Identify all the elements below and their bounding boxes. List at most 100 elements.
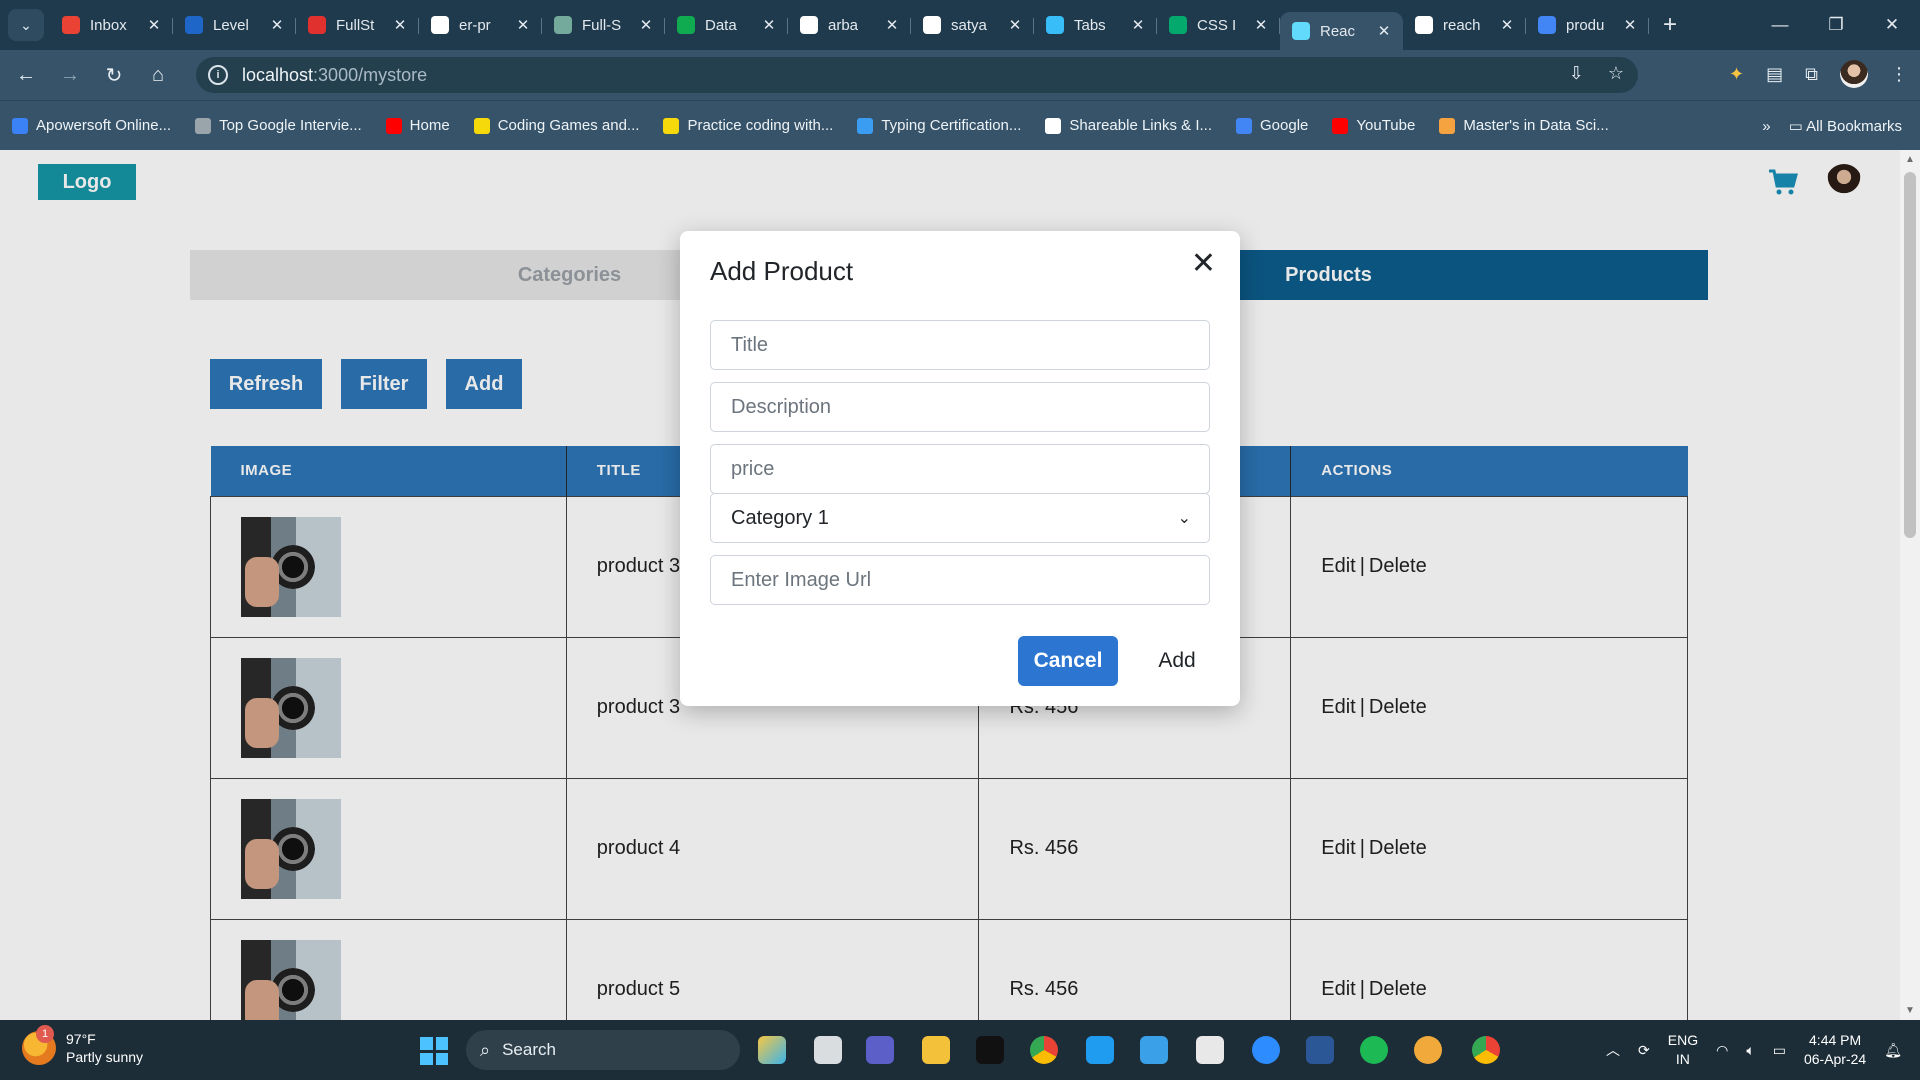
browser-tab[interactable]: FullSt ✕: [296, 6, 419, 44]
tab-close-icon[interactable]: ✕: [391, 16, 409, 34]
spotify-icon[interactable]: [1360, 1036, 1388, 1064]
image-url-input[interactable]: [710, 555, 1210, 605]
windows-start-icon[interactable]: [420, 1037, 448, 1065]
zoom-icon[interactable]: [1252, 1036, 1280, 1064]
teams-icon[interactable]: [866, 1036, 894, 1064]
extensions-puzzle-icon[interactable]: ⧉: [1805, 64, 1818, 85]
browser-tab[interactable]: Tabs ✕: [1034, 6, 1157, 44]
bookmark-item[interactable]: Shareable Links & I...: [1045, 117, 1212, 134]
address-url[interactable]: localhost:3000/mystore: [242, 65, 427, 86]
bookmark-item[interactable]: Coding Games and...: [473, 117, 639, 134]
tab-close-icon[interactable]: ✕: [1129, 16, 1147, 34]
site-info-icon[interactable]: i: [208, 65, 228, 85]
browser-tab[interactable]: Reac ✕: [1280, 12, 1403, 50]
battery-icon[interactable]: ▭: [1773, 1042, 1786, 1059]
bookmark-label: Apowersoft Online...: [36, 117, 172, 134]
bookmark-item[interactable]: YouTube: [1332, 117, 1415, 134]
pycharm-icon[interactable]: [976, 1036, 1004, 1064]
all-bookmarks[interactable]: ▭ All Bookmarks: [1789, 117, 1902, 135]
description-input[interactable]: [710, 382, 1210, 432]
tab-close-icon[interactable]: ✕: [637, 16, 655, 34]
restore-button[interactable]: ❐: [1808, 15, 1864, 35]
browser-tab[interactable]: Full-S ✕: [542, 6, 665, 44]
tab-close-icon[interactable]: ✕: [760, 16, 778, 34]
title-input[interactable]: [710, 320, 1210, 370]
browser-tab[interactable]: arba ✕: [788, 6, 911, 44]
new-tab-button[interactable]: +: [1663, 11, 1677, 39]
browser-tab[interactable]: produ ✕: [1526, 6, 1649, 44]
bookmark-star-icon[interactable]: ☆: [1608, 63, 1624, 84]
scrollbar-thumb[interactable]: [1904, 172, 1916, 538]
chrome-icon[interactable]: [1030, 1036, 1058, 1064]
copilot-icon[interactable]: [758, 1036, 786, 1064]
install-app-icon[interactable]: ⇩: [1569, 63, 1584, 84]
bookmark-favicon-icon: [1332, 117, 1349, 134]
weather-widget[interactable]: 1 97°F Partly sunny: [22, 1025, 143, 1066]
volume-icon[interactable]: 🔈︎: [1746, 1042, 1754, 1059]
bookmark-item[interactable]: Home: [385, 117, 450, 134]
browser-tab[interactable]: reach ✕: [1403, 6, 1526, 44]
chatgpt-icon: [554, 16, 572, 34]
cancel-button[interactable]: Cancel: [1018, 636, 1118, 686]
github-icon: [1415, 16, 1433, 34]
more-bookmarks-icon[interactable]: »: [1762, 118, 1770, 135]
tab-close-icon[interactable]: ✕: [514, 16, 532, 34]
page-scrollbar[interactable]: ▲ ▼: [1900, 150, 1920, 1020]
browser-tab[interactable]: er-pr ✕: [419, 6, 542, 44]
address-bar[interactable]: i localhost:3000/mystore ⇩ ☆: [196, 57, 1638, 93]
scroll-down-arrow-icon[interactable]: ▼: [1900, 1005, 1920, 1016]
browser-tab[interactable]: Inbox ✕: [50, 6, 173, 44]
modal-add-button[interactable]: Add: [1142, 636, 1212, 686]
extension-colorful-icon[interactable]: ✦: [1729, 64, 1744, 85]
slack-icon[interactable]: [1196, 1036, 1224, 1064]
file-explorer-icon[interactable]: [922, 1036, 950, 1064]
bookmark-item[interactable]: Top Google Intervie...: [195, 117, 362, 134]
tab-close-icon[interactable]: ✕: [268, 16, 286, 34]
taskbar-search[interactable]: ⌕ Search: [466, 1030, 740, 1070]
browser-tab[interactable]: Data ✕: [665, 6, 788, 44]
browser-tab[interactable]: satya ✕: [911, 6, 1034, 44]
sync-icon[interactable]: ⟳: [1638, 1042, 1650, 1059]
close-window-button[interactable]: ✕: [1864, 15, 1920, 35]
minimize-button[interactable]: —: [1752, 15, 1808, 35]
browser-profile-avatar[interactable]: [1840, 60, 1868, 88]
back-button[interactable]: ←: [4, 64, 48, 87]
tab-close-icon[interactable]: ✕: [1621, 16, 1639, 34]
tab-close-icon[interactable]: ✕: [1006, 16, 1024, 34]
home-button[interactable]: ⌂: [136, 64, 180, 87]
notepad-icon[interactable]: [1140, 1036, 1168, 1064]
forward-button[interactable]: →: [48, 64, 92, 87]
tab-close-icon[interactable]: ✕: [1498, 16, 1516, 34]
chrome-profile-icon[interactable]: [1472, 1036, 1500, 1064]
reload-button[interactable]: ↻: [92, 63, 136, 88]
scroll-up-arrow-icon[interactable]: ▲: [1900, 154, 1920, 165]
bookmark-item[interactable]: Google: [1236, 117, 1308, 134]
vscode-icon[interactable]: [1086, 1036, 1114, 1064]
price-input[interactable]: [710, 444, 1210, 494]
tab-close-icon[interactable]: ✕: [1375, 22, 1393, 40]
bookmark-item[interactable]: Practice coding with...: [663, 117, 833, 134]
browser-tab[interactable]: CSS I ✕: [1157, 6, 1280, 44]
language-indicator[interactable]: ENG IN: [1668, 1031, 1698, 1069]
tray-overflow-icon[interactable]: ︿: [1606, 1040, 1620, 1060]
bookmark-item[interactable]: Master's in Data Sci...: [1439, 117, 1609, 134]
browser-tab[interactable]: Level ✕: [173, 6, 296, 44]
tab-close-icon[interactable]: ✕: [145, 16, 163, 34]
browser-menu-icon[interactable]: ⋮: [1890, 64, 1908, 85]
word-icon[interactable]: [1306, 1036, 1334, 1064]
category-select[interactable]: Category 1 ⌄: [710, 493, 1210, 543]
clock[interactable]: 4:44 PM 06-Apr-24: [1804, 1031, 1866, 1069]
tab-search-button[interactable]: ⌄: [8, 9, 44, 41]
notifications-bell-icon[interactable]: 🔔︎: [1884, 1042, 1902, 1059]
tab-close-icon[interactable]: ✕: [1252, 16, 1270, 34]
extension-notes-icon[interactable]: ▤: [1766, 64, 1783, 85]
browser-toolbar: ← → ↻ ⌂ i localhost:3000/mystore ⇩ ☆ ✦ ▤…: [0, 50, 1920, 100]
browser-app-icon[interactable]: [1414, 1036, 1442, 1064]
wifi-icon[interactable]: ◠: [1716, 1042, 1728, 1059]
bookmark-item[interactable]: Typing Certification...: [857, 117, 1021, 134]
bookmark-item[interactable]: Apowersoft Online...: [12, 117, 171, 134]
close-icon[interactable]: ✕: [1191, 249, 1216, 279]
tab-title: Tabs: [1074, 16, 1106, 34]
task-view-icon[interactable]: [814, 1036, 842, 1064]
tab-close-icon[interactable]: ✕: [883, 16, 901, 34]
